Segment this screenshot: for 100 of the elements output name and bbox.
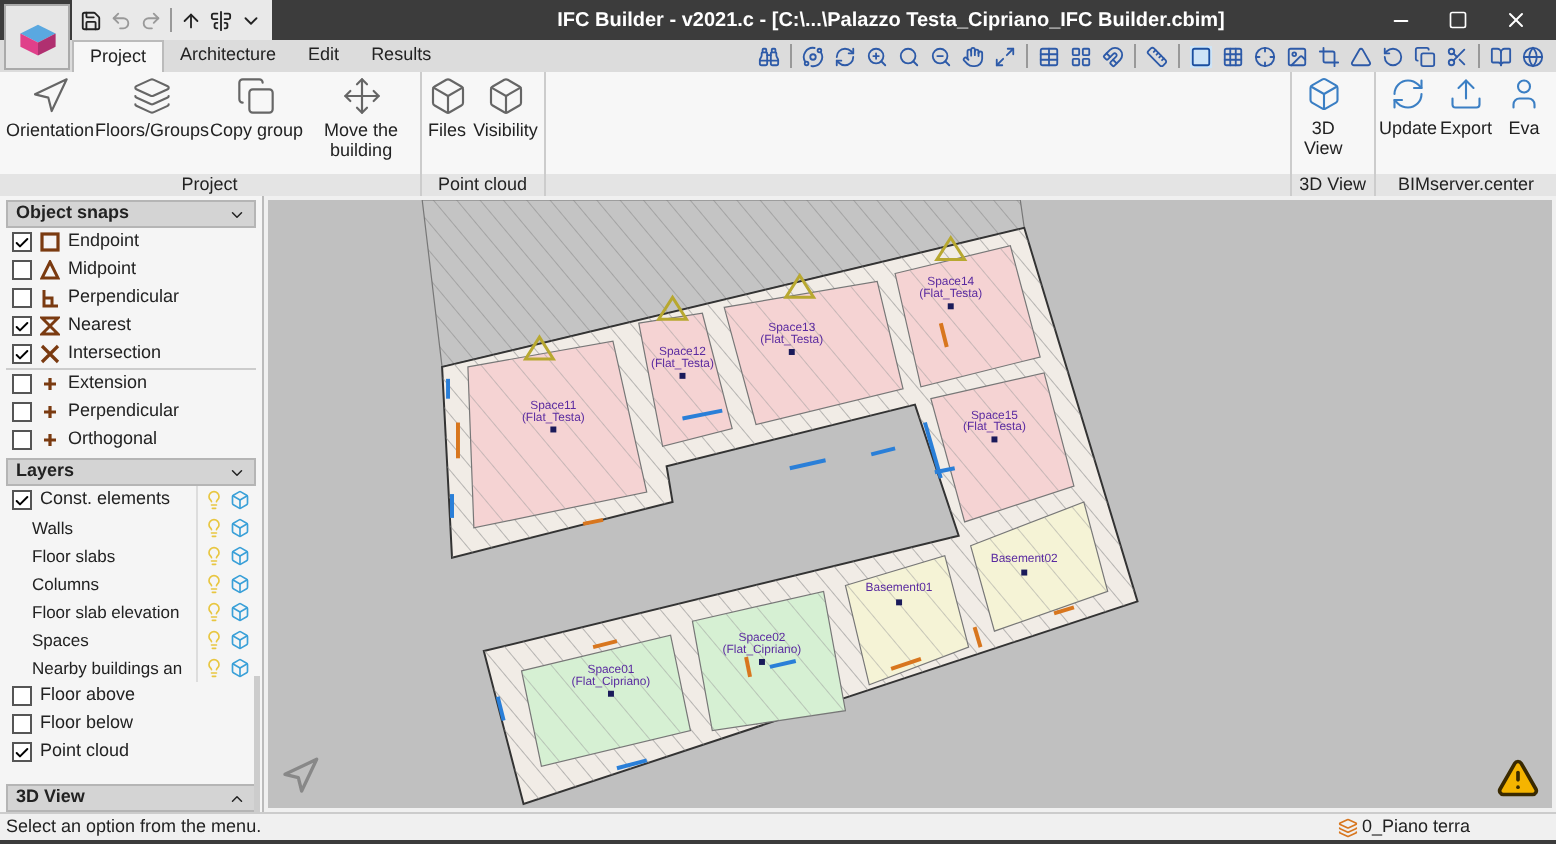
app-logo-icon[interactable] — [4, 4, 70, 70]
checkbox[interactable] — [12, 742, 32, 762]
checkbox[interactable] — [12, 344, 32, 364]
checkbox[interactable] — [12, 232, 32, 252]
hand-icon[interactable] — [962, 45, 984, 67]
checkbox[interactable] — [12, 490, 32, 510]
magnet-icon[interactable] — [1102, 45, 1124, 67]
checkbox[interactable] — [12, 260, 32, 280]
book-icon[interactable] — [1490, 45, 1512, 67]
binoculars-icon[interactable] — [758, 45, 780, 67]
ribbon-button[interactable]: Export — [1440, 76, 1492, 138]
room-area[interactable] — [638, 312, 733, 448]
square-icon[interactable] — [1190, 45, 1212, 67]
cube-icon[interactable] — [230, 602, 250, 622]
ribbon-button[interactable]: Floors/Groups — [100, 76, 205, 140]
cube-icon[interactable] — [230, 630, 250, 650]
snap-label: Perpendicular — [68, 284, 180, 311]
section-header[interactable]: 3D View — [6, 784, 256, 812]
image-icon[interactable] — [1286, 45, 1308, 67]
user-avatar-icon — [1506, 76, 1542, 112]
ribbon-button[interactable]: Files — [427, 76, 468, 140]
window-symbol — [682, 408, 723, 421]
room-area[interactable] — [969, 501, 1109, 632]
layer-label: Spaces — [32, 627, 91, 653]
plus-icon — [40, 374, 60, 394]
checkbox[interactable] — [12, 686, 32, 706]
room-center-marker — [896, 599, 903, 606]
cube-icon — [485, 76, 526, 116]
snap-label: Extension — [68, 370, 148, 397]
ribbon-button[interactable]: 3D View — [1297, 76, 1350, 158]
window-title: IFC Builder - v2021.c - [C:\...\Palazzo Testa_Cipriano_IFC Builder.cbim] — [555, 7, 1227, 35]
triangle-icon — [40, 260, 60, 280]
snap-label: Nearest — [68, 312, 132, 339]
triangle-marker — [934, 234, 968, 262]
zoom-out-icon[interactable] — [930, 45, 952, 67]
ribbon-button[interactable]: Visibility — [473, 76, 538, 140]
refresh-icon — [1390, 76, 1426, 112]
scissors-icon[interactable] — [1446, 45, 1468, 67]
ribbon-tab[interactable]: Results — [355, 40, 448, 72]
close-icon[interactable] — [1504, 8, 1528, 32]
section-header[interactable]: Layers — [6, 458, 256, 486]
room-area[interactable] — [520, 634, 692, 767]
room-area[interactable] — [844, 554, 970, 686]
grid-icon[interactable] — [1222, 45, 1244, 67]
window-symbol — [616, 758, 648, 771]
cube-icon[interactable] — [230, 574, 250, 594]
checkbox[interactable] — [12, 714, 32, 734]
globe-icon[interactable] — [1522, 45, 1544, 67]
crosshair-icon[interactable] — [1254, 45, 1276, 67]
ribbon-tab[interactable]: Project — [72, 40, 165, 72]
cube-icon[interactable] — [230, 490, 250, 510]
rotate-icon[interactable] — [1382, 45, 1404, 67]
section-header[interactable]: Object snaps — [6, 200, 256, 228]
cross-icon — [40, 344, 60, 364]
cube-icon[interactable] — [230, 518, 250, 538]
triangle-marker — [522, 334, 557, 361]
ribbon-button[interactable]: Eva — [1498, 76, 1550, 138]
save-icon[interactable] — [80, 9, 102, 31]
fit-view-icon[interactable] — [994, 45, 1016, 67]
current-floor[interactable]: 0_Piano terra — [1361, 813, 1550, 841]
checkbox[interactable] — [12, 402, 32, 422]
align-icon[interactable] — [210, 9, 232, 31]
arrow-up-icon[interactable] — [180, 9, 202, 31]
cube-icon[interactable] — [230, 658, 250, 678]
crop-icon[interactable] — [1318, 45, 1340, 67]
move-icon — [341, 76, 382, 116]
ruler-icon[interactable] — [1146, 45, 1168, 67]
grid-icon[interactable] — [1070, 45, 1092, 67]
triangle-icon[interactable] — [1350, 45, 1372, 67]
window-symbol — [870, 446, 896, 457]
ribbon-button[interactable]: Copy group — [210, 76, 304, 140]
layer-label: Point cloud — [40, 738, 132, 765]
ribbon-button[interactable]: Move the building — [309, 76, 414, 160]
window-symbol — [789, 458, 826, 471]
zoom-in-icon[interactable] — [866, 45, 888, 67]
table-icon[interactable] — [1038, 45, 1060, 67]
ribbon-tab[interactable]: Edit — [292, 40, 356, 72]
checkbox[interactable] — [12, 316, 32, 336]
cube-icon[interactable] — [230, 546, 250, 566]
snap-label: Midpoint — [68, 256, 137, 283]
orbit-icon[interactable] — [802, 45, 824, 67]
ribbon-button[interactable]: Update — [1382, 76, 1434, 138]
ribbon-button[interactable]: Orientation — [6, 76, 95, 140]
layer-label: Columns — [32, 571, 102, 597]
room-area[interactable] — [894, 245, 1041, 388]
room-area[interactable] — [691, 590, 847, 732]
refresh-icon[interactable] — [834, 45, 856, 67]
copy-icon[interactable] — [1414, 45, 1436, 67]
checkbox[interactable] — [12, 288, 32, 308]
door-symbol — [582, 517, 604, 526]
ribbon-tab[interactable]: Architecture — [164, 40, 293, 72]
group-label: 3D View — [1291, 174, 1374, 196]
maximize-icon[interactable] — [1448, 10, 1468, 30]
window-symbol — [769, 659, 797, 669]
checkbox[interactable] — [12, 430, 32, 450]
search-icon[interactable] — [898, 45, 920, 67]
room-area[interactable] — [930, 372, 1075, 523]
window-symbol — [446, 378, 451, 399]
checkbox[interactable] — [12, 374, 32, 394]
warning-icon[interactable] — [1496, 756, 1540, 800]
